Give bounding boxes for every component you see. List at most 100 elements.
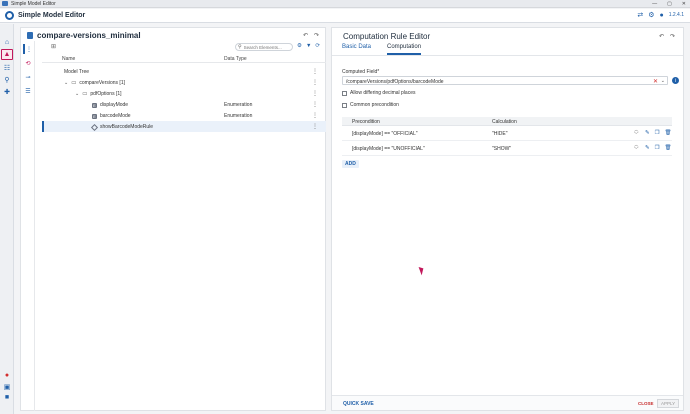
tree-row-label: compareVersions [1] bbox=[79, 80, 125, 86]
precondition-header: Precondition bbox=[352, 119, 380, 125]
home-icon[interactable]: ⌂ bbox=[1, 37, 13, 48]
tree-row-compare-versions[interactable]: ⌄ ▭ compareVersions [1] ⋮ bbox=[42, 77, 326, 88]
tree-panel-title: compare-versions_minimal bbox=[27, 31, 141, 40]
search-elements-input[interactable] bbox=[243, 44, 290, 50]
tree-row-show-barcode-mode-rule[interactable]: showBarcodeModeRule ⋮ bbox=[42, 121, 326, 132]
save-as-icon[interactable]: ▣ bbox=[1, 381, 13, 392]
tree-filter-tools: ⚙ ▼ ⟳ bbox=[297, 43, 320, 49]
computation-rule-editor: Computation Rule Editor ↶ ↷ Basic Data C… bbox=[331, 27, 684, 411]
clear-icon[interactable]: ✕ bbox=[653, 78, 658, 85]
enumeration-icon: E bbox=[92, 113, 97, 119]
reorder-icon[interactable]: ︿ ﹀ bbox=[634, 127, 639, 137]
diagram-icon[interactable]: ☷ bbox=[1, 62, 13, 73]
error-icon[interactable]: ● bbox=[1, 370, 13, 381]
folder-icon: ▭ bbox=[82, 91, 88, 97]
edit-icon[interactable]: ✎ bbox=[645, 145, 650, 151]
app-header: Simple Model Editor ⇄ ⚙ ● 1.2.4.1 bbox=[0, 9, 690, 23]
tab-computation[interactable]: Computation bbox=[387, 44, 422, 55]
chevron-down-icon[interactable]: ⌄ bbox=[661, 78, 665, 84]
rules-table: Precondition Calculation [displayMode] =… bbox=[342, 117, 672, 156]
table-row[interactable]: [displayMode] == "OFFICIAL" "HIDE" ︿ ﹀ ✎ … bbox=[342, 126, 672, 141]
delete-icon[interactable]: 🗑 bbox=[665, 130, 672, 136]
row-menu-icon[interactable]: ⋮ bbox=[312, 79, 318, 86]
tree-toolbar: ⊞ ⚲ ⚙ ▼ ⟳ bbox=[39, 43, 323, 52]
delete-icon[interactable]: 🗑 bbox=[665, 145, 672, 151]
allow-decimal-checkbox[interactable] bbox=[342, 90, 347, 96]
os-window-title: Simple Model Editor bbox=[11, 0, 56, 7]
tree-row-type: Enumeration bbox=[224, 113, 253, 119]
tree-row-display-mode[interactable]: E displayMode Enumeration ⋮ bbox=[42, 99, 326, 110]
tree-column-header: Name Data Type bbox=[42, 55, 326, 63]
save-icon[interactable]: ■ bbox=[1, 392, 13, 403]
close-window-button[interactable]: ✕ bbox=[682, 1, 686, 7]
left-rail: ⌂ ▲ ☷ ⚲ ✚ ● ▣ ■ bbox=[0, 24, 14, 414]
document-icon bbox=[27, 32, 33, 39]
search-elements-box[interactable]: ⚲ bbox=[235, 43, 293, 51]
help-icon[interactable]: ● bbox=[659, 12, 663, 19]
computed-field-value: /compareVersions/pdfOptions/barcodeMode bbox=[346, 79, 444, 85]
warning-icon[interactable]: ▲ bbox=[1, 49, 13, 60]
rules-table-header: Precondition Calculation bbox=[342, 117, 672, 126]
copy-icon[interactable]: ❐ bbox=[655, 130, 660, 136]
copy-icon[interactable]: ❐ bbox=[655, 145, 660, 151]
list-view-icon[interactable]: ☰ bbox=[23, 86, 33, 96]
tree-row-model-tree[interactable]: Model Tree ⋮ bbox=[42, 66, 326, 77]
chevron-down-icon[interactable]: ⌄ bbox=[75, 91, 79, 97]
expand-all-icon[interactable]: ⊞ bbox=[51, 43, 56, 50]
search-icon: ⚲ bbox=[238, 44, 242, 50]
quick-save-button[interactable]: QUICK SAVE bbox=[343, 401, 374, 407]
editor-history-controls: ↶ ↷ bbox=[659, 33, 675, 40]
refresh-icon[interactable]: ⟳ bbox=[315, 43, 320, 49]
tree-row-label: showBarcodeModeRule bbox=[100, 124, 154, 130]
apply-button[interactable]: APPLY bbox=[657, 399, 680, 408]
gear-icon[interactable]: ⚙ bbox=[648, 11, 654, 19]
sync-icon[interactable]: ⇄ bbox=[637, 11, 643, 19]
enumeration-icon: E bbox=[92, 102, 97, 108]
chevron-down-icon[interactable]: ⌄ bbox=[64, 80, 68, 86]
rules-view-icon[interactable]: ⟲ bbox=[23, 58, 33, 68]
search-icon[interactable]: ⚲ bbox=[1, 74, 13, 85]
model-tree-panel: compare-versions_minimal ↶ ↷ ⋮ ⟲ ⊸ ☰ ⊞ ⚲… bbox=[20, 27, 326, 411]
common-precondition-label: Common precondition bbox=[350, 102, 399, 108]
tree-row-pdf-options[interactable]: ⌄ ▭ pdfOptions [1] ⋮ bbox=[42, 88, 326, 99]
info-icon[interactable]: i bbox=[672, 77, 679, 84]
redo-icon[interactable]: ↷ bbox=[670, 33, 675, 40]
table-row[interactable]: [displayMode] == "UNOFFICIAL" "SHOW" ︿ ﹀ … bbox=[342, 141, 672, 156]
rule-calculation: "HIDE" bbox=[492, 131, 508, 137]
undo-icon[interactable]: ↶ bbox=[303, 32, 308, 39]
header-actions: ⇄ ⚙ ● 1.2.4.1 bbox=[637, 11, 684, 20]
add-rule-button[interactable]: ADD bbox=[342, 160, 359, 168]
filter-icon[interactable]: ▼ bbox=[306, 43, 311, 49]
allow-decimal-row: Allow differing decimal places bbox=[342, 90, 416, 96]
os-title-bar: Simple Model Editor — ▢ ✕ bbox=[0, 0, 690, 8]
computed-field-select[interactable]: /compareVersions/pdfOptions/barcodeMode … bbox=[342, 76, 668, 85]
maximize-button[interactable]: ▢ bbox=[667, 1, 672, 7]
common-precondition-checkbox[interactable] bbox=[342, 102, 347, 108]
tree-view-icon[interactable]: ⋮ bbox=[23, 44, 33, 54]
row-menu-icon[interactable]: ⋮ bbox=[312, 90, 318, 97]
row-menu-icon[interactable]: ⋮ bbox=[312, 101, 318, 108]
editor-title: Computation Rule Editor bbox=[343, 32, 431, 41]
tree-row-barcode-mode[interactable]: E barcodeMode Enumeration ⋮ bbox=[42, 110, 326, 121]
computed-field-label: Computed Field* bbox=[342, 69, 380, 75]
tabs-divider bbox=[332, 55, 683, 56]
reorder-icon[interactable]: ︿ ﹀ bbox=[634, 142, 639, 152]
version-label: 1.2.4.1 bbox=[668, 12, 684, 18]
minimize-button[interactable]: — bbox=[652, 1, 657, 7]
undo-icon[interactable]: ↶ bbox=[659, 33, 664, 40]
allow-decimal-label: Allow differing decimal places bbox=[350, 90, 416, 96]
model-name: compare-versions_minimal bbox=[37, 31, 141, 40]
redo-icon[interactable]: ↷ bbox=[314, 32, 319, 39]
link-view-icon[interactable]: ⊸ bbox=[23, 72, 33, 82]
settings-icon[interactable]: ⚙ bbox=[297, 43, 302, 49]
puzzle-icon[interactable]: ✚ bbox=[1, 86, 13, 97]
rule-precondition: [displayMode] == "UNOFFICIAL" bbox=[352, 146, 425, 152]
edit-icon[interactable]: ✎ bbox=[645, 130, 650, 136]
tree-tool-strip: ⋮ ⟲ ⊸ ☰ bbox=[21, 41, 35, 411]
window-controls: — ▢ ✕ bbox=[652, 1, 686, 7]
tab-basic-data[interactable]: Basic Data bbox=[342, 44, 371, 55]
row-menu-icon[interactable]: ⋮ bbox=[312, 68, 318, 75]
row-menu-icon[interactable]: ⋮ bbox=[312, 123, 318, 130]
row-menu-icon[interactable]: ⋮ bbox=[312, 112, 318, 119]
close-button[interactable]: CLOSE bbox=[638, 401, 654, 406]
